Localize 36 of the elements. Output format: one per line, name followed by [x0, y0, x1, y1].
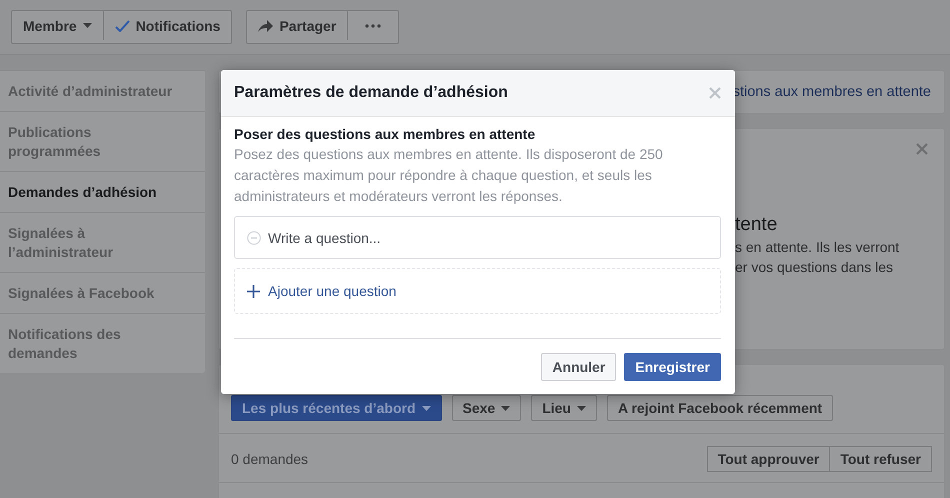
filter-dropdown[interactable]: Lieu — [531, 395, 597, 421]
filter-dropdown[interactable]: Sexe — [452, 395, 522, 421]
card-heading: tente — [735, 213, 778, 237]
close-icon[interactable] — [916, 143, 928, 155]
plus-icon — [247, 284, 260, 298]
request-count: 0 demandes — [231, 451, 308, 467]
more-icon — [365, 24, 382, 28]
question-field[interactable]: Write a question... — [234, 216, 721, 259]
sidebar-item[interactable]: Signalées à Facebook — [0, 272, 205, 313]
sidebar-item[interactable]: Demandes d’adhésion — [0, 171, 205, 212]
add-question-link[interactable]: Ajouter une question — [247, 283, 396, 299]
sidebar-item[interactable]: Activité d’administrateur — [0, 70, 205, 111]
caret-icon — [501, 406, 510, 410]
close-icon[interactable] — [709, 87, 721, 99]
approve-all-button[interactable]: Tout approuver — [706, 446, 830, 472]
caret-icon — [576, 406, 586, 410]
section-title: Poser des questions aux membres en attente — [234, 125, 536, 144]
card-text: er vos questions dans les — [735, 258, 894, 277]
minus-circle-icon — [247, 231, 261, 245]
cancel-button[interactable]: Annuler — [541, 353, 616, 381]
save-button[interactable]: Enregistrer — [624, 353, 721, 381]
caret-icon — [422, 406, 430, 410]
sidebar-item[interactable]: Signalées à l’administrateur — [0, 212, 205, 272]
reject-all-button[interactable]: Tout refuser — [830, 446, 932, 472]
caret-icon — [82, 23, 92, 28]
dialog-title: Paramètres de demande d’adhésion — [234, 84, 508, 102]
filter-dropdown[interactable]: Les plus récentes d’abord — [231, 395, 442, 421]
notifications-button[interactable]: Notifications — [102, 11, 232, 40]
filter-button[interactable]: A rejoint Facebook récemment — [606, 395, 834, 421]
sidebar-item[interactable]: Publications programmées — [0, 111, 205, 171]
member-dropdown[interactable]: Membre — [12, 11, 103, 40]
card-text: s en attente. Ils les verront — [735, 238, 900, 257]
share-icon — [258, 20, 274, 32]
sidebar-item[interactable]: Notifications des demandes — [0, 313, 205, 373]
check-icon — [114, 20, 130, 32]
section-description: Posez des questions aux membres en attente. Ils disposeront de 250 caractères maximum pour répondre à chaque question, et seuls les administrateurs et modérateurs verront les réponses. — [234, 145, 664, 206]
